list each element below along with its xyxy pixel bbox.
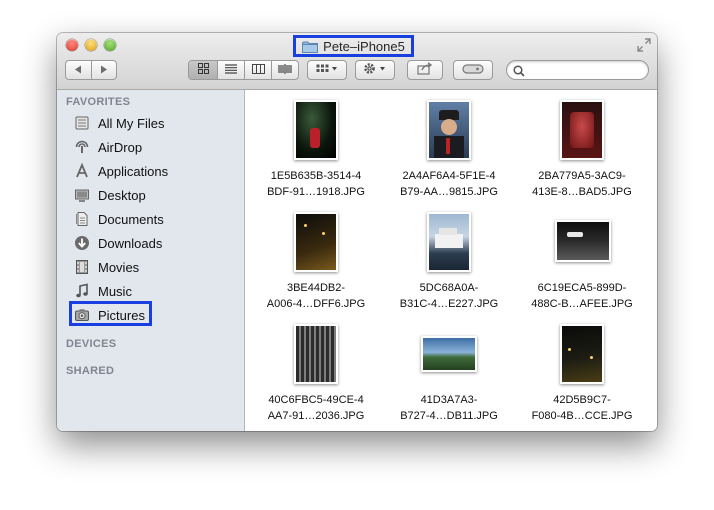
- arrange-grid-icon: [316, 64, 338, 77]
- file-thumbnail[interactable]: [421, 336, 477, 372]
- devices-header[interactable]: DEVICES: [66, 338, 116, 350]
- cover-flow-button[interactable]: [271, 61, 298, 79]
- file-icon-grid: 1E5B635B-3514-4 BDF-91…1918.JPG 2A4AF6A4…: [246, 90, 657, 431]
- view-mode-control: [188, 60, 299, 80]
- movies-icon: [72, 258, 92, 276]
- file-name[interactable]: 3BE44DB2- A006-4…DFF6.JPG: [251, 280, 381, 312]
- forward-button[interactable]: [90, 61, 116, 79]
- window-title-highlight: Pete–iPhone5: [293, 35, 414, 57]
- file-thumbnail[interactable]: [427, 212, 471, 272]
- icon-view-icon: [197, 61, 209, 79]
- shared-header[interactable]: SHARED: [66, 365, 114, 377]
- music-icon: [72, 282, 92, 300]
- column-view-button[interactable]: [244, 61, 271, 79]
- documents-icon: [72, 210, 92, 228]
- folder-icon: [302, 40, 319, 53]
- sidebar: FAVORITES All My Files AirDrop Applicati…: [57, 90, 245, 431]
- sidebar-item-label: Desktop: [98, 187, 146, 203]
- sidebar-item-label: Downloads: [98, 235, 163, 251]
- sidebar-item-label: Documents: [98, 211, 164, 227]
- file-thumbnail[interactable]: [294, 324, 338, 384]
- sidebar-item-label: AirDrop: [98, 139, 143, 155]
- cover-flow-icon: [278, 61, 292, 79]
- favorites-header: FAVORITES: [66, 96, 131, 108]
- file-name[interactable]: 40C6FBC5-49CE-4 AA7-91…2036.JPG: [251, 392, 381, 424]
- file-name[interactable]: 1E5B635B-3514-4 BDF-91…1918.JPG: [251, 168, 381, 200]
- applications-icon: [72, 162, 92, 180]
- desktop-icon: [72, 186, 92, 204]
- search-field[interactable]: [506, 60, 649, 80]
- close-button[interactable]: [66, 39, 78, 51]
- sidebar-item-music[interactable]: Music: [72, 280, 132, 302]
- minimize-button[interactable]: [85, 39, 97, 51]
- sidebar-item-desktop[interactable]: Desktop: [72, 184, 146, 206]
- tags-button[interactable]: [453, 60, 493, 80]
- file-name[interactable]: 2A4AF6A4-5F1E-4 B79-AA…9815.JPG: [384, 168, 514, 200]
- sidebar-item-documents[interactable]: Documents: [72, 208, 164, 230]
- file-thumbnail[interactable]: [294, 212, 338, 272]
- file-name[interactable]: 41D3A7A3- B727-4…DB11.JPG: [384, 392, 514, 424]
- sidebar-item-label: All My Files: [98, 115, 165, 131]
- list-view-button[interactable]: [217, 61, 244, 79]
- sidebar-item-movies[interactable]: Movies: [72, 256, 139, 278]
- action-button[interactable]: [355, 60, 395, 80]
- finder-window: Pete–iPhone5 FAVORITES All My Files AirD…: [57, 33, 657, 431]
- arrange-button[interactable]: [307, 60, 347, 80]
- sidebar-item-airdrop[interactable]: AirDrop: [72, 136, 142, 158]
- window-title: Pete–iPhone5: [323, 38, 405, 54]
- sidebar-item-label: Applications: [98, 163, 169, 179]
- gear-icon: [363, 62, 387, 78]
- share-button[interactable]: [407, 60, 443, 80]
- file-thumbnail[interactable]: [427, 100, 471, 160]
- file-thumbnail[interactable]: [294, 100, 338, 160]
- share-icon: [417, 62, 433, 78]
- search-icon: [513, 64, 525, 82]
- sidebar-item-all-my-files[interactable]: All My Files: [72, 112, 164, 134]
- sidebar-item-label: Movies: [98, 259, 140, 275]
- pictures-highlight-box: [69, 301, 152, 326]
- fullscreen-icon[interactable]: [637, 38, 651, 52]
- sidebar-item-downloads[interactable]: Downloads: [72, 232, 162, 254]
- airdrop-icon: [72, 138, 92, 156]
- list-view-icon: [225, 61, 237, 79]
- back-button[interactable]: [66, 61, 91, 79]
- all-files-icon: [72, 114, 92, 132]
- file-thumbnail[interactable]: [555, 220, 611, 262]
- icon-view-button[interactable]: [189, 61, 217, 79]
- file-thumbnail[interactable]: [560, 100, 604, 160]
- downloads-icon: [72, 234, 92, 252]
- zoom-button[interactable]: [104, 39, 116, 51]
- back-forward-control: [65, 60, 117, 80]
- file-name[interactable]: 5DC68A0A- B31C-4…E227.JPG: [384, 280, 514, 312]
- file-thumbnail[interactable]: [560, 324, 604, 384]
- tag-icon: [462, 63, 484, 77]
- back-arrow-icon: [74, 61, 82, 79]
- file-name[interactable]: 42D5B9C7- F080-4B…CCE.JPG: [517, 392, 647, 424]
- search-input[interactable]: [527, 62, 642, 78]
- sidebar-item-label: Music: [98, 283, 132, 299]
- column-view-icon: [251, 61, 265, 79]
- title-bar: Pete–iPhone5: [57, 33, 657, 90]
- file-name[interactable]: 2BA779A5-3AC9- 413E-8…BAD5.JPG: [517, 168, 647, 200]
- sidebar-item-applications[interactable]: Applications: [72, 160, 168, 182]
- file-name[interactable]: 6C19ECA5-899D- 488C-B…AFEE.JPG: [517, 280, 647, 312]
- forward-arrow-icon: [100, 61, 108, 79]
